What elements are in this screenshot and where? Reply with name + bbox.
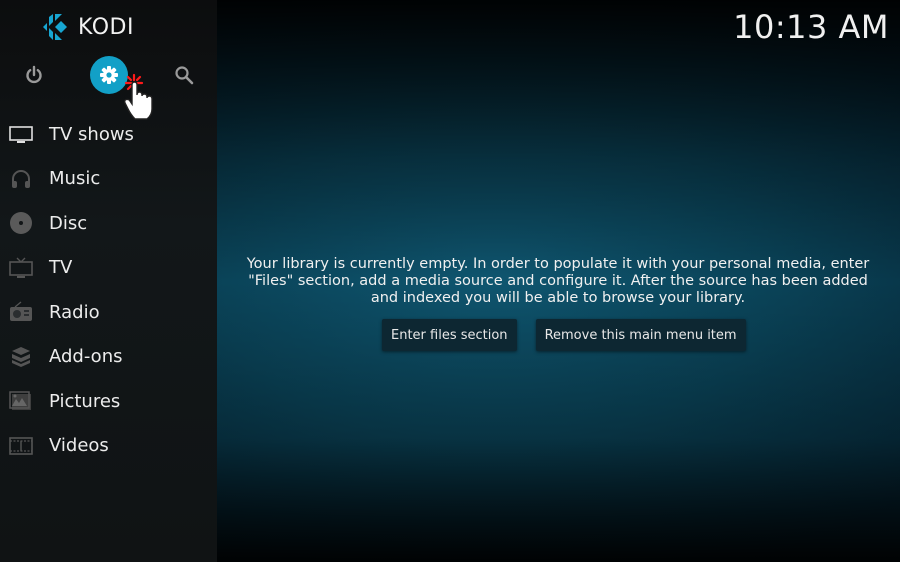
main-menu: TV shows Music Disc TV Radio Add-ons Pic…: [0, 112, 217, 468]
headphones-icon: [9, 167, 33, 191]
disc-icon: [9, 211, 33, 235]
film-icon: [9, 434, 33, 458]
enter-files-section-button[interactable]: Enter files section: [382, 319, 517, 351]
menu-item-add-ons[interactable]: Add-ons: [0, 335, 217, 380]
menu-item-label: Music: [49, 168, 101, 190]
menu-item-label: TV: [49, 257, 73, 279]
menu-item-music[interactable]: Music: [0, 157, 217, 202]
power-icon: [26, 65, 42, 84]
action-buttons: Enter files section Remove this main men…: [382, 319, 746, 351]
menu-item-label: Radio: [49, 301, 100, 323]
menu-item-radio[interactable]: Radio: [0, 290, 217, 335]
app-name: KODI: [78, 14, 134, 40]
menu-item-disc[interactable]: Disc: [0, 201, 217, 246]
menu-item-tv[interactable]: TV: [0, 246, 217, 291]
power-button[interactable]: [15, 56, 53, 94]
pictures-icon: [9, 389, 33, 413]
sidebar: KODI TV shows Music Disc TV Radio Add-on…: [0, 0, 217, 562]
search-icon: [175, 66, 194, 85]
gear-icon: [100, 66, 118, 84]
addons-box-icon: [9, 345, 33, 369]
menu-item-tv-shows[interactable]: TV shows: [0, 112, 217, 157]
tv-icon: [9, 256, 33, 280]
kodi-logo[interactable]: KODI: [42, 13, 134, 41]
clock: 10:13 AM: [733, 8, 889, 46]
menu-item-pictures[interactable]: Pictures: [0, 379, 217, 424]
menu-item-label: Videos: [49, 435, 109, 457]
menu-item-label: Pictures: [49, 390, 121, 412]
kodi-logo-icon: [43, 14, 67, 40]
hand-pointer-cursor-icon: [124, 73, 153, 120]
menu-item-label: Add-ons: [49, 346, 123, 368]
search-button[interactable]: [165, 56, 203, 94]
menu-item-videos[interactable]: Videos: [0, 424, 217, 469]
menu-item-label: TV shows: [49, 123, 134, 145]
empty-library-message: Your library is currently empty. In orde…: [246, 256, 870, 306]
remove-main-menu-item-button[interactable]: Remove this main menu item: [535, 319, 746, 351]
radio-icon: [9, 300, 33, 324]
menu-item-label: Disc: [49, 212, 88, 234]
tv-shows-icon: [9, 122, 33, 146]
